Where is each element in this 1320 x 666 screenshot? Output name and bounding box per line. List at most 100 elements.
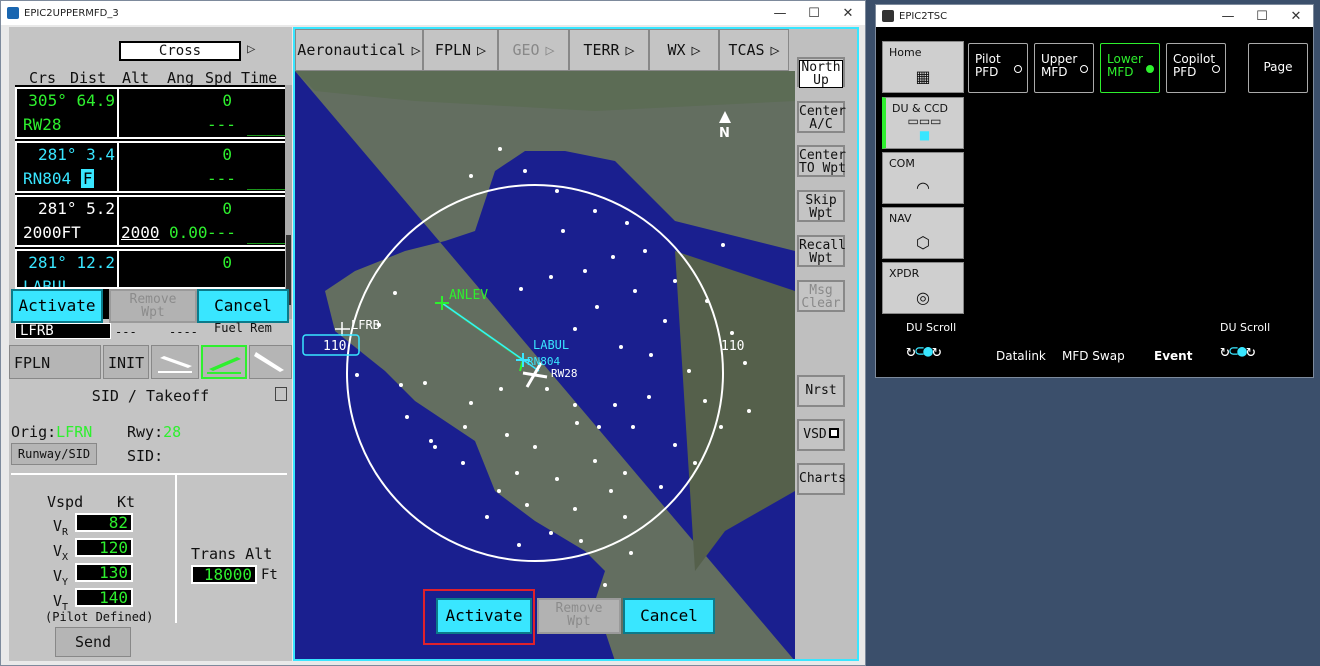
waypoint-row[interactable]: 281° 3.4 RN804 F 0 --- ____ bbox=[15, 141, 287, 193]
sidebar-item-home[interactable]: Home ▦ bbox=[882, 41, 964, 93]
recall-wpt-button[interactable]: Recall Wpt bbox=[797, 235, 846, 267]
cross-arrow-button[interactable]: ▷ bbox=[247, 41, 255, 57]
minimize-button[interactable]: — bbox=[1211, 9, 1245, 24]
vy-field[interactable]: 130 bbox=[75, 563, 133, 582]
send-button[interactable]: Send bbox=[55, 627, 131, 657]
du-scroll-right-knob-icon[interactable]: ↻⊂●↻ bbox=[1220, 341, 1256, 360]
trans-alt-field[interactable]: 18000 bbox=[191, 565, 257, 584]
tab-fpln[interactable]: FPLN bbox=[9, 345, 101, 379]
vy-label: VY bbox=[53, 567, 69, 588]
maximize-button[interactable]: ☐ bbox=[1245, 9, 1279, 24]
waypoint-row[interactable]: 305° 64.9 RW28 0 --- ____ bbox=[15, 87, 287, 139]
sidebar-item-xpdr[interactable]: XPDR ◎ bbox=[882, 262, 964, 314]
range-ring-left-label: 110 bbox=[323, 339, 346, 354]
aircraft-takeoff-icon bbox=[207, 357, 241, 374]
vsd-checkbox-icon bbox=[828, 428, 839, 438]
trans-alt-label: Trans Alt bbox=[191, 545, 273, 563]
map-remove-wpt-button[interactable]: Remove Wpt bbox=[537, 598, 621, 634]
tab-init[interactable]: INIT bbox=[103, 345, 149, 379]
datalink-button[interactable]: Datalink bbox=[996, 349, 1046, 363]
tab-geo[interactable]: GEO ▷ bbox=[498, 29, 569, 71]
nrst-button[interactable]: Nrst bbox=[797, 375, 845, 407]
waypoint-scrollbar[interactable] bbox=[285, 85, 292, 319]
tab-fpln[interactable]: FPLN ▷ bbox=[423, 29, 498, 71]
close-button[interactable]: ✕ bbox=[1279, 9, 1313, 24]
vr-field[interactable]: 82 bbox=[75, 513, 133, 532]
du-scroll-left-knob-icon[interactable]: ↻⊂●↻ bbox=[906, 341, 942, 360]
page-icon[interactable] bbox=[275, 387, 287, 401]
center-to-wpt-button[interactable]: Center TO Wpt bbox=[797, 145, 846, 177]
cross-field[interactable]: Cross bbox=[119, 41, 241, 61]
runway-sid-button[interactable]: Runway/SID bbox=[11, 443, 97, 465]
radio-dot-icon bbox=[1212, 65, 1220, 73]
orig-value: LFRN bbox=[56, 423, 93, 441]
crs-dist: 305° 64.9 bbox=[28, 91, 115, 110]
window-titlebar: EPIC2UPPERMFD_3 — ☐ ✕ bbox=[1, 1, 865, 25]
sidebar-item-com[interactable]: COM ◠ bbox=[882, 152, 964, 204]
tab-aeronautical[interactable]: Aeronautical ▷ bbox=[295, 29, 423, 71]
activate-button[interactable]: Activate bbox=[11, 289, 103, 323]
msg-clear-button[interactable]: Msg Clear bbox=[797, 280, 845, 312]
north-up-button[interactable]: North Up bbox=[797, 57, 845, 88]
sid-label: SID: bbox=[127, 447, 164, 465]
airport-label-lfrb: LFRB bbox=[351, 318, 380, 332]
charts-button[interactable]: Charts bbox=[797, 463, 846, 495]
sidebar-item-nav[interactable]: NAV ⬡ bbox=[882, 207, 964, 259]
page-button[interactable]: Page bbox=[1248, 43, 1308, 93]
crs-dist: 281° 5.2 bbox=[37, 199, 115, 218]
speed-dashes: --- bbox=[207, 115, 236, 134]
panel-divider bbox=[175, 473, 177, 623]
tab-wx[interactable]: WX ▷ bbox=[649, 29, 719, 71]
tab-copilot-pfd[interactable]: Copilot PFD bbox=[1166, 43, 1226, 93]
map-cancel-button[interactable]: Cancel bbox=[623, 598, 715, 634]
vr-label: VR bbox=[53, 517, 69, 538]
vx-field[interactable]: 120 bbox=[75, 538, 133, 557]
vspd-header: Vspd bbox=[47, 493, 84, 511]
tab-upper-mfd[interactable]: Upper MFD bbox=[1034, 43, 1094, 93]
sidebar-item-du-ccd[interactable]: DU & CCD ▭▭▭ ■ bbox=[882, 97, 964, 149]
skip-wpt-button[interactable]: Skip Wpt bbox=[797, 190, 845, 222]
app-icon bbox=[7, 7, 19, 19]
cancel-button[interactable]: Cancel bbox=[197, 289, 289, 323]
window-titlebar: EPIC2TSC — ☐ ✕ bbox=[876, 5, 1313, 27]
tsc-window: EPIC2TSC — ☐ ✕ Home ▦ DU & CCD ▭▭▭ ■ COM … bbox=[875, 4, 1314, 378]
trans-alt-unit: Ft bbox=[261, 567, 278, 583]
tab-takeoff[interactable] bbox=[201, 345, 247, 379]
display-icon: ▭▭▭ ■ bbox=[907, 114, 942, 142]
map-activate-button[interactable]: Activate bbox=[436, 598, 532, 634]
minimize-button[interactable]: — bbox=[763, 6, 797, 21]
altitude-constraint: 2000 bbox=[121, 223, 160, 242]
aircraft-landing-icon bbox=[158, 356, 192, 373]
event-button[interactable]: Event bbox=[1154, 349, 1192, 363]
origin-field[interactable]: LFRB bbox=[15, 323, 111, 339]
tab-lower-mfd[interactable]: Lower MFD bbox=[1100, 43, 1160, 93]
map-display[interactable]: Aeronautical ▷ FPLN ▷ GEO ▷ TERR ▷ WX ▷ TCAS ▷… bbox=[293, 27, 859, 661]
time-blank: ____ bbox=[247, 117, 286, 136]
waypoint-row[interactable]: 281° 12.2 LABUL 0 bbox=[15, 249, 287, 289]
window-title: EPIC2UPPERMFD_3 bbox=[24, 7, 119, 19]
mfd-swap-button[interactable]: MFD Swap bbox=[1062, 349, 1125, 363]
time-blank: ____ bbox=[247, 171, 286, 190]
waypoint-name: RN804 F bbox=[23, 169, 95, 188]
du-scroll-right-label: DU Scroll bbox=[1220, 321, 1271, 334]
tab-terr[interactable]: TERR ▷ bbox=[569, 29, 649, 71]
vsd-button[interactable]: VSD bbox=[797, 419, 845, 451]
fuel-rem-label: Fuel Rem bbox=[214, 321, 272, 335]
center-ac-button[interactable]: Center A/C bbox=[797, 101, 846, 133]
tab-arrival[interactable] bbox=[151, 345, 199, 379]
tab-departure[interactable] bbox=[249, 345, 292, 379]
vt-field[interactable]: 140 bbox=[75, 588, 133, 607]
tab-tcas[interactable]: TCAS ▷ bbox=[719, 29, 789, 71]
radio-dot-icon bbox=[1146, 65, 1154, 73]
radio-dot-icon bbox=[1080, 65, 1088, 73]
maximize-button[interactable]: ☐ bbox=[797, 6, 831, 21]
radio-dot-icon bbox=[1014, 65, 1022, 73]
navigation-map[interactable]: ANLEV LABUL RN804 RW28 LFRB 110 110 N bbox=[295, 71, 795, 661]
close-button[interactable]: ✕ bbox=[831, 6, 865, 21]
tab-pilot-pfd[interactable]: Pilot PFD bbox=[968, 43, 1028, 93]
waypoint-name: LABUL bbox=[23, 277, 72, 289]
remove-wpt-button[interactable]: Remove Wpt bbox=[109, 289, 197, 323]
waypoint-name: RW28 bbox=[23, 115, 62, 134]
speed-dashes: --- bbox=[207, 169, 236, 188]
waypoint-row[interactable]: 281° 5.2 2000FT 0 2000 0.00 --- ____ bbox=[15, 195, 287, 247]
